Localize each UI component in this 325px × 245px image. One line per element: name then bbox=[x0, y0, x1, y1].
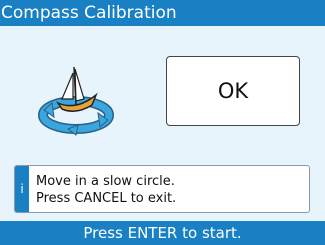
instruction-line-1: Move in a slow circle. bbox=[36, 174, 175, 189]
instruction-text: Move in a slow circle. Press CANCEL to e… bbox=[36, 173, 176, 207]
calibration-screen: Compass Calibration OK i Move in a slow … bbox=[0, 0, 325, 245]
sailboat-circle-arrows-icon bbox=[38, 66, 114, 136]
footer-start-prompt[interactable]: Press ENTER to start. bbox=[0, 221, 325, 245]
info-icon: i bbox=[15, 166, 29, 212]
content-area: OK i Move in a slow circle. Press CANCEL… bbox=[0, 26, 325, 221]
ok-button[interactable]: OK bbox=[166, 56, 300, 126]
title-bar: Compass Calibration bbox=[0, 0, 325, 26]
instruction-box: i Move in a slow circle. Press CANCEL to… bbox=[14, 165, 310, 213]
instruction-line-2: Press CANCEL to exit. bbox=[36, 191, 177, 206]
